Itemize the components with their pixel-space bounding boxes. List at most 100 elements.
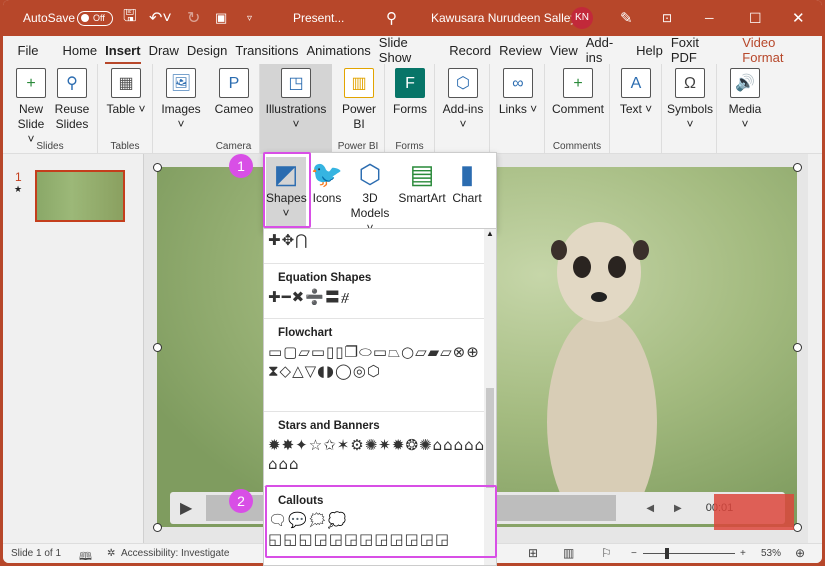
tab-add-ins[interactable]: Add-ins [583,35,631,65]
group-images: 🖼 Images ˅ [153,64,208,154]
add-ins-icon: ⬡ [448,68,478,98]
tab-review[interactable]: Review [496,43,545,58]
accessibility-status[interactable]: Accessibility: Investigate [121,548,229,559]
resize-handle[interactable] [793,343,802,352]
group-label: Slides [36,141,64,152]
table-button[interactable]: ▦ Table ˅ [106,68,146,117]
slide-thumbnails-pane: 1 ★ [3,154,144,543]
scroll-up-icon[interactable]: ▲ [484,229,496,238]
text-button[interactable]: A Text ˅ [618,68,654,117]
tab-record[interactable]: Record [446,43,494,58]
add-ins-button[interactable]: ⬡ Add-ins ˅ [441,68,485,132]
pdf-icon[interactable]: ▣ [215,10,227,26]
tab-foxit-pdf[interactable]: Foxit PDF [668,35,729,65]
tab-slide-show[interactable]: Slide Show [376,35,444,65]
tab-help[interactable]: Help [633,43,666,58]
zoom-slider[interactable] [643,553,735,554]
close-icon[interactable]: ✕ [792,9,805,27]
step-forward-icon[interactable]: ▶ [674,503,682,514]
group-slides: + New Slide ˅ ⚲ Reuse Slides Slides [3,64,98,154]
table-icon: ▦ [111,68,141,98]
zoom-in-icon[interactable]: + [740,548,746,559]
comment-button[interactable]: + Comment [550,68,606,117]
symbols-button[interactable]: Ω Symbols ˅ [664,68,716,132]
group-label: Power BI [337,141,379,152]
tab-file[interactable]: File [15,43,42,58]
illustrations-button[interactable]: ◳ Illustrations ˅ [260,64,332,154]
avatar[interactable]: KN [571,7,593,29]
shape-list[interactable]: ✹✸✦☆✩✶⚙✺✷✹❂✺⌂⌂⌂⌂⌂⌂⌂⌂ [264,436,489,474]
reuse-slides-icon: ⚲ [57,68,87,98]
tab-view[interactable]: View [547,43,581,58]
power-bi-button[interactable]: ▥ Power BI [338,68,380,132]
slideshow-icon[interactable]: ⚐ [601,546,612,560]
search-icon[interactable]: ⚲ [386,9,397,27]
tab-transitions[interactable]: Transitions [232,43,301,58]
group-comments: + Comment Comments [545,64,610,154]
cameo-button[interactable]: P Cameo [212,68,256,117]
play-icon[interactable]: ▶ [180,498,192,518]
illustrations-icon: ◳ [281,68,311,98]
redo-icon[interactable]: ↻ [187,8,200,28]
resize-handle[interactable] [153,343,162,352]
shape-row[interactable]: ✚✥⋂ [264,229,489,250]
undo-icon[interactable]: ↶˅ [149,8,172,28]
group-media: 🔊 Media ˅ [717,64,772,154]
autosave-toggle[interactable]: Off [77,10,113,26]
resize-handle[interactable] [153,163,162,172]
gallery-section-flowchart: Flowchart ▭▢▱▭▯▯❐⬭▭⏢○▱▰▱⊗⊕⧗◇△▽◖◗◯◎⬡ [264,318,492,381]
tab-design[interactable]: Design [184,43,230,58]
resize-handle[interactable] [793,523,802,532]
3d-models-button[interactable]: ⬡3D Models ˅ [346,157,394,236]
scroll-thumb[interactable] [486,388,494,488]
tab-draw[interactable]: Draw [146,43,182,58]
highlight-shapes [263,152,311,228]
add-ins-label: Add-ins ˅ [442,102,484,131]
group-label: Forms [395,141,424,152]
highlight-callouts [265,485,497,558]
shape-list[interactable]: ▭▢▱▭▯▯❐⬭▭⏢○▱▰▱⊗⊕⧗◇△▽◖◗◯◎⬡ [264,343,489,381]
symbols-label: Symbols ˅ [666,102,713,131]
new-slide-button[interactable]: + New Slide ˅ [13,68,49,147]
tab-video-format[interactable]: Video Format [739,35,820,65]
media-button[interactable]: 🔊 Media ˅ [725,68,765,132]
fit-to-window-icon[interactable]: ⊕ [795,546,805,560]
tab-insert[interactable]: Insert [102,43,143,65]
step-back-icon[interactable]: ◀ [646,503,654,514]
illustrations-inner: ◳ Illustrations ˅ [264,68,328,132]
chart-button[interactable]: ▮ Chart [450,157,484,206]
normal-view-icon[interactable]: ⊞ [528,546,538,560]
forms-button[interactable]: F Forms [390,68,430,117]
icons-button[interactable]: 🐦 Icons [310,157,344,206]
resize-handle[interactable] [153,523,162,532]
group-camera: P Cameo Camera [208,64,260,154]
links-button[interactable]: ∞ Links ˅ [498,68,538,117]
minimize-icon[interactable]: ─ [705,11,714,25]
step-badge-2: 2 [229,489,253,513]
maximize-icon[interactable]: ☐ [749,10,762,27]
table-label: Table ˅ [106,102,146,116]
tab-animations[interactable]: Animations [303,43,373,58]
vertical-scrollbar[interactable] [808,154,822,543]
smartart-button[interactable]: ▤ SmartArt [398,157,446,206]
slide-thumbnail[interactable] [35,170,125,222]
smartart-label: SmartArt [398,191,446,205]
images-button[interactable]: 🖼 Images ˅ [157,68,205,132]
accessibility-icon[interactable]: ✲ [107,548,115,559]
zoom-level[interactable]: 53% [761,548,781,559]
chart-label: Chart [452,191,482,205]
reading-view-icon[interactable]: ▥ [563,546,574,560]
customize-icon[interactable]: ▿ [247,13,252,24]
reuse-slides-button[interactable]: ⚲ Reuse Slides [53,68,91,132]
zoom-slider-thumb[interactable] [665,548,669,559]
save-icon[interactable]: 🖫 [123,5,137,32]
notes-check-icon[interactable]: 🕮 [79,548,92,563]
tab-home[interactable]: Home [59,43,100,58]
group-symbols: Ω Symbols ˅ [662,64,717,154]
ribbon-display-icon[interactable]: ⊡ [662,11,672,25]
ribbon: + New Slide ˅ ⚲ Reuse Slides Slides ▦ Table… [3,64,822,154]
shape-list[interactable]: ✚━✖➗〓⧣ [264,288,489,307]
resize-handle[interactable] [793,163,802,172]
zoom-out-icon[interactable]: − [631,548,637,559]
pen-icon[interactable]: ✎ [620,9,633,27]
